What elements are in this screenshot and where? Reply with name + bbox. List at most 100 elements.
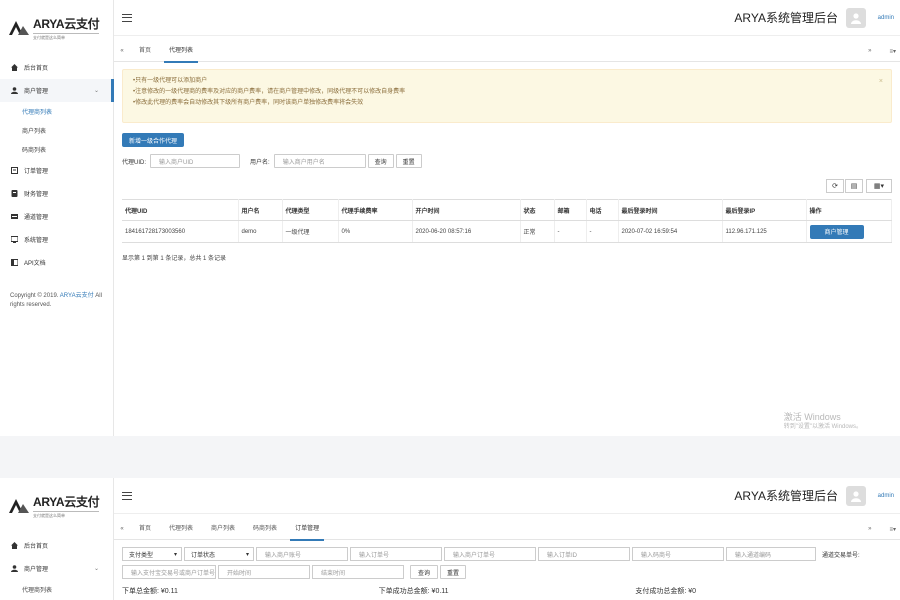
avatar[interactable] bbox=[846, 485, 866, 506]
sidebar-item-label: 后台首页 bbox=[24, 66, 49, 72]
logo[interactable]: ARYA云支付 支付就是这么简单 bbox=[0, 478, 113, 534]
tab-coder-list[interactable]: 码商列表 bbox=[244, 518, 286, 540]
reset-button[interactable]: 重置 bbox=[395, 154, 422, 168]
reset-button[interactable]: 重置 bbox=[440, 565, 466, 579]
search-button[interactable]: 查询 bbox=[410, 565, 438, 579]
col-header[interactable]: 状态 bbox=[520, 199, 555, 221]
sidebar-item-home[interactable]: 后台首页 bbox=[0, 56, 113, 79]
menu-toggle-icon[interactable] bbox=[122, 491, 132, 500]
sidebar-item-api-docs[interactable]: API文档 bbox=[0, 251, 113, 274]
tabs-scroll-left-icon[interactable]: « bbox=[114, 526, 130, 532]
logo-icon bbox=[8, 498, 30, 514]
tab-order-management[interactable]: 订单管理 bbox=[286, 518, 328, 541]
cell-actions: 商户管理 bbox=[806, 220, 892, 243]
col-header[interactable]: 代理UID bbox=[122, 199, 239, 221]
merchant-account-input[interactable]: 输入商户账号 bbox=[256, 547, 348, 561]
sidebar-item-home[interactable]: 后台首页 bbox=[0, 534, 113, 557]
col-header[interactable]: 最后登录IP bbox=[722, 199, 807, 221]
cell-username: demo bbox=[238, 220, 283, 243]
search-button[interactable]: 查询 bbox=[367, 154, 394, 168]
username-link[interactable]: admin bbox=[878, 15, 894, 21]
logo-title: ARYA云支付 bbox=[33, 17, 100, 31]
sidebar-item-label: 订单管理 bbox=[24, 169, 49, 175]
col-header[interactable]: 开户时间 bbox=[412, 199, 521, 221]
sidebar-item-finance[interactable]: 财务管理 bbox=[0, 182, 113, 205]
table-toolbar: ⟳ ▤ ▦▾ bbox=[122, 179, 892, 193]
tabs-scroll-right-icon[interactable]: » bbox=[868, 526, 871, 532]
sidebar-item-channels[interactable]: 通道管理 bbox=[0, 205, 113, 228]
col-header[interactable]: 操作 bbox=[806, 199, 892, 221]
tabs-scroll-left-icon[interactable]: « bbox=[114, 48, 130, 54]
notice-line: •注意修改的一级代理商的费率及对应的商户费率，请在商户管理中修改，同级代理不可以… bbox=[133, 89, 406, 95]
toggle-view-icon[interactable]: ▤ bbox=[845, 179, 863, 193]
sidebar-subitem-agents[interactable]: 代理商列表 bbox=[0, 102, 113, 121]
total-success-order-amount: 下单成功总金额: ¥0.11 bbox=[378, 588, 449, 595]
end-time-input[interactable]: 结束时间 bbox=[312, 565, 404, 579]
sidebar-item-system[interactable]: 系统管理 bbox=[0, 228, 113, 251]
tab-home[interactable]: 首页 bbox=[130, 518, 160, 540]
cell-last-login-ip: 112.96.171.125 bbox=[722, 220, 807, 243]
username-input[interactable]: 输入商户用户名 bbox=[273, 154, 366, 168]
agent-uid-label: 代理UID: bbox=[122, 159, 147, 166]
cell-status: 正常 bbox=[520, 220, 555, 243]
cell-last-login-time: 2020-07-02 16:59:54 bbox=[618, 220, 723, 243]
coder-no-input[interactable]: 输入码商号 bbox=[632, 547, 724, 561]
col-header[interactable]: 最后登录时间 bbox=[618, 199, 723, 221]
tabs-scroll-right-icon[interactable]: » bbox=[868, 48, 871, 54]
start-time-input[interactable]: 开始时间 bbox=[218, 565, 310, 579]
avatar[interactable] bbox=[846, 7, 866, 28]
add-agent-button[interactable]: 新增一级合作代理 bbox=[122, 133, 184, 147]
col-header[interactable]: 邮箱 bbox=[554, 199, 587, 221]
cell-email: - bbox=[554, 220, 587, 243]
merchant-order-no-input[interactable]: 输入商户订单号 bbox=[444, 547, 536, 561]
chevron-down-icon: ⌄ bbox=[93, 88, 99, 94]
logo[interactable]: ARYA云支付 支付就是这么简单 bbox=[0, 0, 113, 56]
col-header[interactable]: 电话 bbox=[586, 199, 619, 221]
order-no-input[interactable]: 输入订单号 bbox=[350, 547, 442, 561]
tabs-menu-icon[interactable]: ≡▾ bbox=[889, 48, 896, 55]
sidebar-item-merchants[interactable]: 商户管理 ⌄ bbox=[0, 557, 113, 580]
col-header[interactable]: 用户名 bbox=[238, 199, 283, 221]
sidebar-subitem-agents[interactable]: 代理商列表 bbox=[0, 580, 113, 599]
cell-agent-type: 一级代理 bbox=[282, 220, 339, 243]
sidebar-subitem-coders[interactable]: 码商列表 bbox=[0, 140, 113, 159]
windows-activation-watermark: 激活 Windows 转到"设置"以激活 Windows。 bbox=[783, 412, 862, 430]
refresh-icon[interactable]: ⟳ bbox=[826, 179, 844, 193]
tabs-menu-icon[interactable]: ≡▾ bbox=[889, 526, 896, 533]
order-id-input[interactable]: 输入订单ID bbox=[538, 547, 630, 561]
sidebar: ARYA云支付 支付就是这么简单 后台首页 商户管理 ⌄ 代理商列表 商户列表 … bbox=[0, 0, 114, 436]
main-content: •只有一级代理可以添加商户 •注意修改的一级代理商的费率及对应的商户费率，请在商… bbox=[114, 62, 900, 436]
close-icon[interactable]: × bbox=[879, 76, 883, 87]
sidebar-item-label: 财务管理 bbox=[24, 192, 49, 198]
chevron-down-icon: ⌄ bbox=[93, 566, 99, 572]
columns-icon[interactable]: ▦▾ bbox=[866, 179, 892, 193]
col-header[interactable]: 代理类型 bbox=[282, 199, 339, 221]
alipay-trade-no-input[interactable]: 输入支付宝交易号或商户订单号 bbox=[122, 565, 216, 579]
order-status-select[interactable]: 订单状态 bbox=[184, 547, 254, 561]
copyright-brand-link[interactable]: ARYA云支付 bbox=[60, 293, 94, 299]
agent-uid-input[interactable]: 输入商户UID bbox=[150, 154, 241, 168]
tab-home[interactable]: 首页 bbox=[130, 40, 160, 62]
channel-code-input[interactable]: 输入通道编码 bbox=[726, 547, 816, 561]
sidebar-subitem-merchants[interactable]: 商户列表 bbox=[0, 121, 113, 140]
logo-icon bbox=[8, 20, 30, 36]
sidebar-item-merchants[interactable]: 商户管理 ⌄ bbox=[0, 79, 114, 102]
menu-toggle-icon[interactable] bbox=[122, 13, 132, 22]
sidebar-item-label: 系统管理 bbox=[24, 238, 49, 244]
col-header[interactable]: 代理手续费率 bbox=[338, 199, 413, 221]
order-management-screen: ARYA云支付 支付就是这么简单 后台首页 商户管理 ⌄ 代理商列表 ARYA系… bbox=[0, 478, 900, 600]
pay-type-select[interactable]: 支付类型 bbox=[122, 547, 182, 561]
sidebar-item-orders[interactable]: 订单管理 bbox=[0, 159, 113, 182]
username-link[interactable]: admin bbox=[878, 493, 894, 499]
tab-merchant-list[interactable]: 商户列表 bbox=[202, 518, 244, 540]
finance-icon bbox=[10, 190, 18, 198]
manage-merchants-button[interactable]: 商户管理 bbox=[809, 224, 864, 239]
total-order-amount: 下单总金额: ¥0.11 bbox=[122, 588, 178, 595]
sidebar-item-label: 通道管理 bbox=[24, 215, 49, 221]
user-icon bbox=[10, 87, 18, 95]
tab-agent-list[interactable]: 代理列表 bbox=[160, 40, 202, 63]
username-label: 用户名: bbox=[250, 159, 270, 166]
tab-agent-list[interactable]: 代理列表 bbox=[160, 518, 202, 540]
notice-line: •修改此代理的费率会自动修改其下级所有商户费率，同时该商户单独修改费率将会失效 bbox=[133, 100, 364, 106]
sidebar-item-label: 商户管理 bbox=[24, 89, 49, 95]
